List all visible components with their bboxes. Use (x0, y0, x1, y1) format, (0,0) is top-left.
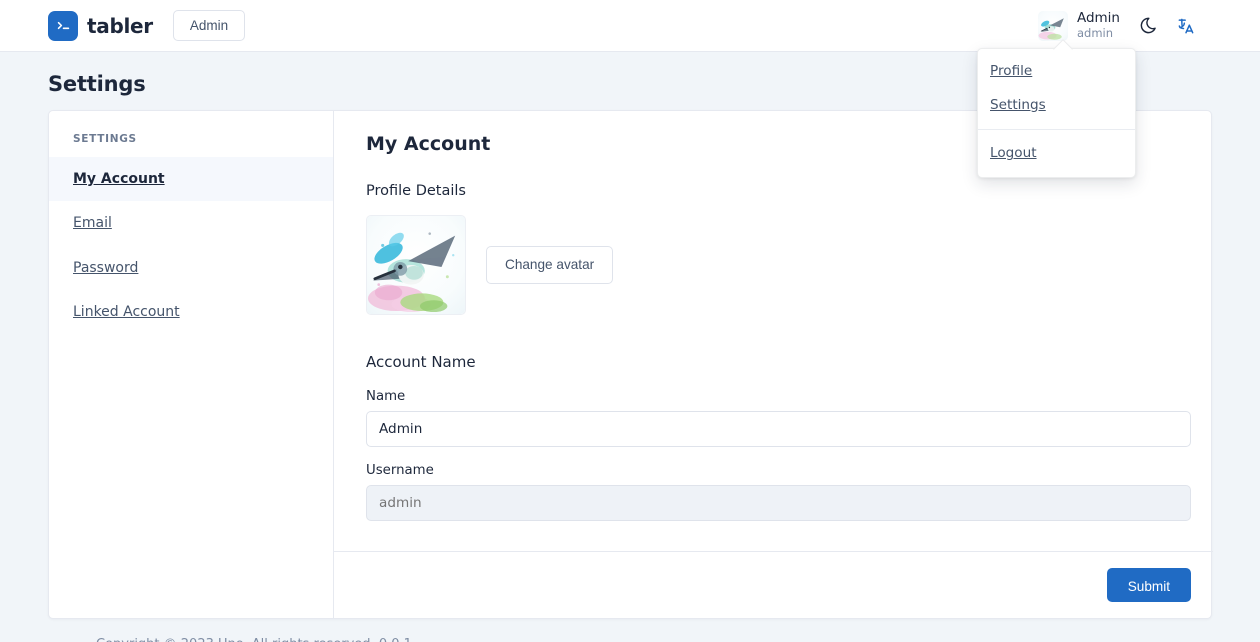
user-dropdown-menu: Profile Settings Logout (977, 48, 1136, 179)
profile-details-label: Profile Details (366, 183, 466, 199)
brand-logo-link[interactable]: tabler (48, 10, 153, 41)
username-field-group: Username (366, 463, 1191, 521)
name-input[interactable] (366, 411, 1191, 447)
sidebar-item-password[interactable]: Password (49, 246, 333, 290)
footer-version: 0.0.1 (379, 637, 412, 642)
name-label: Name (366, 389, 406, 404)
navbar-right-group: Admin admin (1034, 9, 1244, 43)
username-input (366, 485, 1191, 521)
submit-button[interactable]: Submit (1106, 568, 1191, 602)
user-name: Admin (1076, 9, 1120, 26)
hummingbird-watercolor-avatar (1037, 10, 1068, 41)
dropdown-item-profile[interactable]: Profile (978, 55, 1135, 89)
user-meta: Admin admin (1076, 9, 1120, 41)
user-handle: admin (1076, 26, 1114, 41)
translate-icon[interactable] (1172, 12, 1200, 40)
sidebar-item-linked-account[interactable]: Linked Account (49, 290, 333, 334)
sidebar-heading: SETTINGS (73, 133, 137, 145)
avatar-row: Change avatar (366, 215, 1191, 315)
terminal-prompt-icon (48, 10, 78, 41)
sidebar-item-my-account[interactable]: My Account (49, 157, 333, 202)
change-avatar-button[interactable]: Change avatar (486, 246, 614, 284)
account-name-heading: Account Name (366, 353, 476, 371)
name-field-group: Name (366, 389, 1191, 447)
settings-content: My Account Profile Details Change avatar… (334, 111, 1213, 618)
username-label: Username (366, 463, 434, 478)
dropdown-item-logout[interactable]: Logout (978, 137, 1135, 171)
dropdown-divider (978, 129, 1135, 131)
admin-nav-pill[interactable]: Admin (172, 9, 246, 42)
settings-sidebar: SETTINGS My Account Email Password Linke… (49, 111, 334, 618)
settings-card: SETTINGS My Account Email Password Linke… (48, 110, 1213, 619)
moon-icon[interactable] (1134, 12, 1162, 40)
profile-avatar (366, 215, 466, 315)
card-actions: Submit (334, 552, 1213, 618)
brand-name: tabler (87, 13, 153, 38)
dropdown-item-settings[interactable]: Settings (978, 89, 1135, 123)
footer-copyright: Copyright © 2023 Uno. All rights reserve… (96, 637, 375, 642)
page-footer: Copyright © 2023 Uno. All rights reserve… (48, 619, 1212, 642)
top-navbar: tabler Admin Admin admin Profile Setting… (0, 0, 1260, 179)
user-menu-toggle[interactable]: Admin admin (1034, 9, 1124, 43)
sidebar-item-email[interactable]: Email (49, 201, 333, 245)
